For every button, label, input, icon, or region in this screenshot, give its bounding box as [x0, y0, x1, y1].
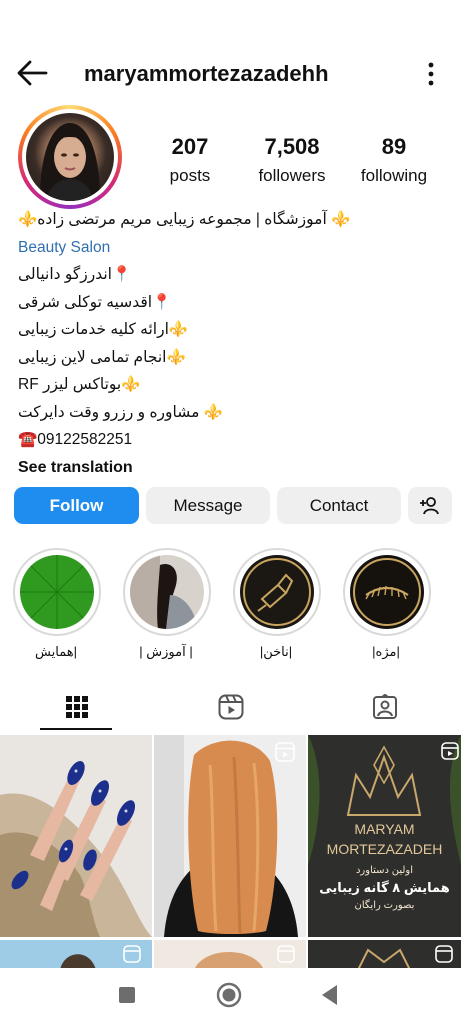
following-count: 89 — [381, 134, 407, 159]
highlight-label: |ناخن| — [259, 644, 293, 659]
tab-reels[interactable] — [154, 684, 307, 730]
tab-tagged[interactable] — [308, 684, 461, 730]
see-translation-link[interactable]: See translation — [18, 454, 448, 482]
following-label: following — [360, 166, 428, 185]
follow-button[interactable]: Follow — [14, 487, 139, 524]
post-row2-1[interactable] — [0, 940, 152, 970]
poster-line-2: MORTEZAZADEH — [326, 841, 443, 857]
bio-title: ⚜️ آموزشگاه | مجموعه زیبایی مریم مرتضی ز… — [18, 211, 351, 228]
bio-category[interactable]: Beauty Salon — [18, 234, 448, 262]
poster-name: MARYAM MORTEZAZADEH — [308, 819, 461, 859]
nav-back-icon[interactable] — [320, 984, 338, 1006]
stat-posts[interactable]: 207 posts — [152, 134, 228, 186]
highlight-label: | آموزش | — [139, 644, 193, 659]
highlight-cover-nails — [240, 555, 314, 629]
more-vertical-icon[interactable] — [425, 60, 437, 88]
post-hair[interactable] — [154, 735, 306, 937]
post-row2-2[interactable] — [154, 940, 306, 970]
highlight-cover-conference — [20, 555, 94, 629]
poster-line-4: همایش ۸ گانه زیبایی — [319, 880, 450, 895]
tagged-icon — [372, 694, 397, 719]
profile-tabs — [0, 684, 461, 732]
post-poster[interactable]: MARYAM MORTEZAZADEH اولین دستاورد همایش … — [308, 735, 461, 937]
highlight-cover-training — [130, 555, 204, 629]
stat-followers[interactable]: 7,508 followers — [248, 134, 336, 186]
nav-circle-icon[interactable] — [216, 982, 242, 1008]
contact-button[interactable]: Contact — [277, 487, 401, 524]
message-button[interactable]: Message — [146, 487, 270, 524]
bio-line-phone[interactable]: ☎️09122582251 — [18, 426, 448, 454]
stat-following[interactable]: 89 following — [352, 134, 436, 186]
reels-icon — [218, 694, 243, 720]
highlight-cover-lashes — [350, 555, 424, 629]
followers-count: 7,508 — [264, 134, 320, 159]
followers-label: followers — [258, 166, 326, 185]
highlight-nails[interactable]: |ناخن| — [233, 548, 321, 660]
back-arrow-icon[interactable] — [14, 58, 50, 88]
system-nav-bar — [0, 968, 461, 1024]
add-person-icon — [420, 496, 439, 514]
poster-line-5: بصورت رایگان — [354, 900, 415, 911]
posts-count: 207 — [171, 134, 209, 159]
bio-line-booking: ⚜️ مشاوره و رزرو وقت دایرکت — [18, 403, 223, 421]
poster-line-1: MARYAM — [354, 821, 415, 837]
bio-line-address-2: 📍اقدسیه توکلی شرقی — [18, 293, 172, 311]
highlight-label: |مژه| — [372, 644, 400, 659]
nav-square-icon[interactable] — [118, 986, 136, 1004]
grid-icon — [65, 696, 88, 718]
tab-posts-grid[interactable] — [0, 684, 153, 730]
highlight-training[interactable]: | آموزش | — [123, 548, 211, 660]
post-nails[interactable] — [0, 735, 152, 937]
active-tab-indicator — [40, 728, 112, 730]
post-row2-3[interactable] — [308, 940, 461, 970]
posts-label: posts — [169, 166, 211, 185]
poster-line-3: اولین دستاورد — [355, 865, 414, 876]
highlight-conference[interactable]: |همایش — [13, 548, 101, 660]
profile-avatar[interactable] — [18, 105, 122, 209]
top-bar: maryammortezazadehh — [0, 48, 461, 100]
suggest-users-button[interactable] — [408, 487, 452, 524]
profile-username: maryammortezazadehh — [84, 61, 329, 86]
bio-line-services: ⚜️ارائه کلیه خدمات زیبایی — [18, 321, 189, 338]
profile-bio: ⚜️ آموزشگاه | مجموعه زیبایی مریم مرتضی ز… — [18, 206, 448, 481]
bio-line-botox: ⚜️بوتاکس لیزر RF — [18, 376, 141, 393]
bio-line-address-1: 📍اندرزگو دانیالی — [18, 266, 132, 283]
highlight-label: |همایش — [35, 644, 77, 659]
bio-line-beauty: ⚜️انجام تمامی لاین زیبایی — [18, 348, 186, 366]
avatar-photo — [26, 113, 114, 201]
highlight-lashes[interactable]: |مژه| — [343, 548, 431, 660]
